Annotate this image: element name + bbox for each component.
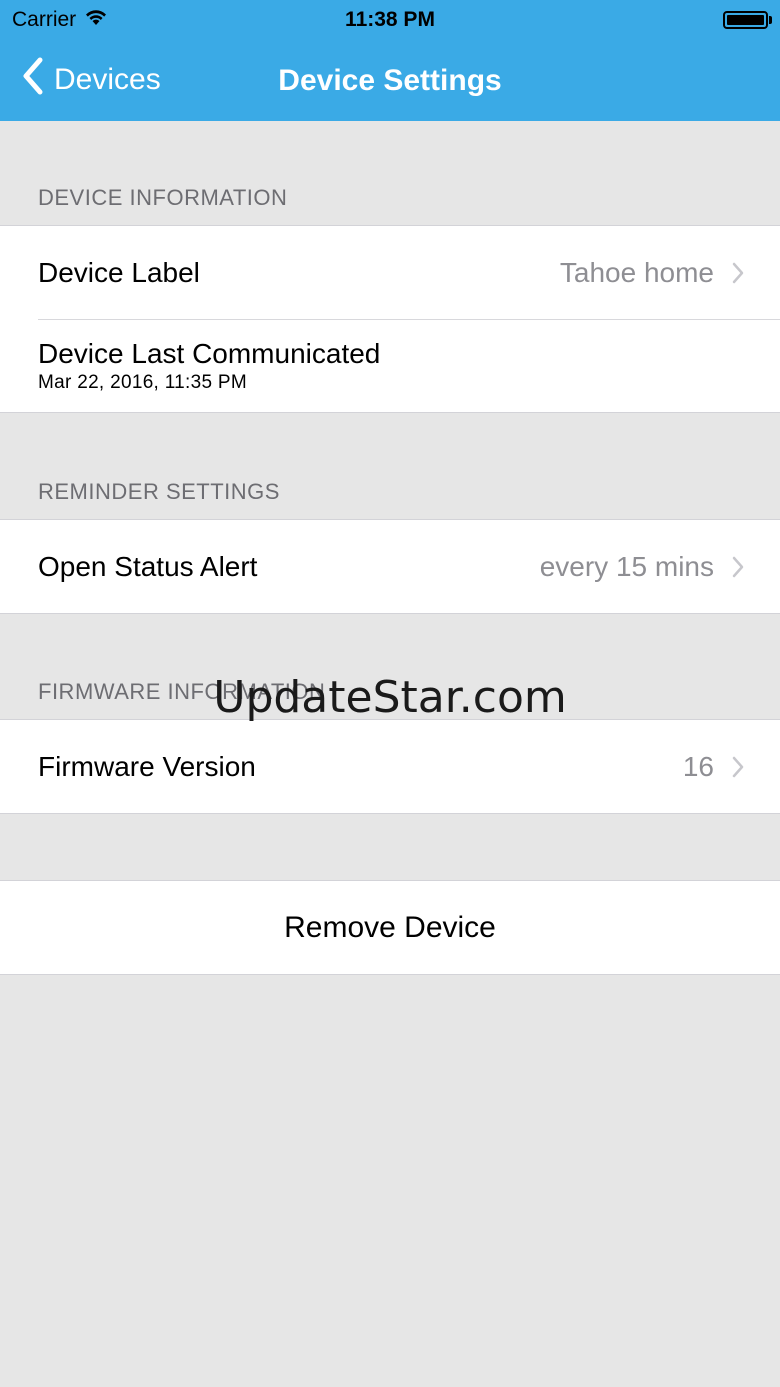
navigation-bar: Devices Device Settings: [0, 40, 780, 121]
chevron-right-icon: [732, 262, 744, 284]
remove-device-button[interactable]: Remove Device: [0, 881, 780, 974]
firmware-information-group: Firmware Version 16: [0, 719, 780, 814]
last-communicated-title: Device Last Communicated: [38, 337, 381, 369]
last-communicated-row: Device Last Communicated Mar 22, 2016, 1…: [0, 319, 780, 412]
status-bar: Carrier 11:38 PM: [0, 0, 780, 40]
device-label-title: Device Label: [38, 256, 200, 288]
chevron-right-icon: [732, 756, 744, 778]
section-header-device-information: DEVICE INFORMATION: [38, 185, 288, 210]
device-label-value: Tahoe home: [559, 256, 714, 288]
status-time: 11:38 PM: [345, 8, 435, 31]
remove-device-label: Remove Device: [284, 910, 496, 944]
firmware-version-value: 16: [682, 750, 714, 782]
open-status-alert-title: Open Status Alert: [38, 550, 258, 582]
open-status-alert-row[interactable]: Open Status Alert every 15 mins: [0, 520, 780, 613]
battery-icon: [723, 11, 768, 29]
firmware-version-row[interactable]: Firmware Version 16: [0, 720, 780, 813]
section-header-firmware-information: FIRMWARE INFORMATION: [38, 679, 326, 704]
device-information-group: Device Label Tahoe home Device Last Comm…: [0, 225, 780, 413]
header: Carrier 11:38 PM Devices Device Settings: [0, 0, 780, 121]
page-title: Device Settings: [278, 64, 502, 97]
last-communicated-value: Mar 22, 2016, 11:35 PM: [38, 371, 248, 393]
section-header-reminder-settings: REMINDER SETTINGS: [38, 479, 280, 504]
battery-tip: [769, 16, 772, 24]
firmware-version-title: Firmware Version: [38, 750, 256, 782]
chevron-right-icon: [732, 556, 744, 578]
reminder-settings-group: Open Status Alert every 15 mins: [0, 519, 780, 614]
remove-device-group: Remove Device: [0, 880, 780, 975]
open-status-alert-value: every 15 mins: [539, 550, 714, 582]
device-label-row[interactable]: Device Label Tahoe home: [0, 226, 780, 319]
